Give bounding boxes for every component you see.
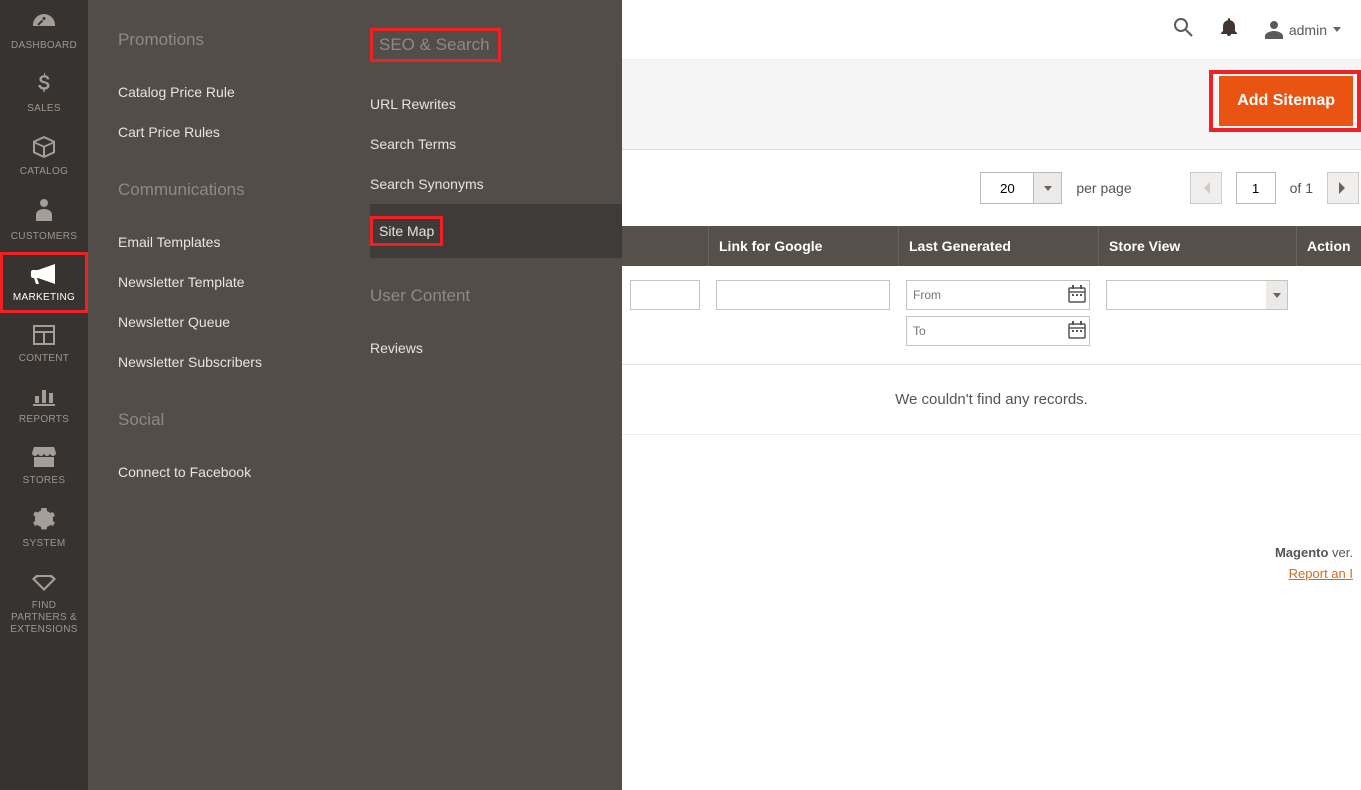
flyout-item-newsletter-template[interactable]: Newsletter Template bbox=[118, 262, 370, 302]
nav-label: FIND PARTNERS & EXTENSIONS bbox=[10, 600, 77, 635]
grid-col-spacer bbox=[622, 226, 708, 266]
nav-catalog[interactable]: CATALOG bbox=[0, 124, 88, 187]
footer-ver: ver. bbox=[1328, 545, 1353, 560]
flyout-item-connect-facebook[interactable]: Connect to Facebook bbox=[118, 452, 370, 492]
gear-icon bbox=[4, 508, 84, 533]
filter-store-select[interactable] bbox=[1106, 280, 1288, 310]
grid-col-store-view[interactable]: Store View bbox=[1098, 226, 1296, 266]
nav-content[interactable]: CONTENT bbox=[0, 313, 88, 374]
left-nav: DASHBOARD SALES CATALOG CUSTOMERS MARKET… bbox=[0, 0, 88, 790]
flyout-col-right: SEO & Search URL Rewrites Search Terms S… bbox=[370, 30, 622, 492]
nav-customers[interactable]: CUSTOMERS bbox=[0, 187, 88, 252]
per-page-dropdown[interactable] bbox=[1034, 172, 1062, 204]
page-number-input[interactable] bbox=[1236, 172, 1276, 204]
storefront-icon bbox=[4, 447, 84, 470]
filter-link-input[interactable] bbox=[716, 280, 890, 310]
grid-col-last-generated[interactable]: Last Generated bbox=[898, 226, 1098, 266]
next-page-button[interactable] bbox=[1327, 172, 1359, 204]
flyout-item-site-map[interactable]: Site Map bbox=[370, 204, 622, 258]
main-area: admin Add Sitemap per page of 1 Link for… bbox=[622, 0, 1361, 790]
select-caret-icon[interactable] bbox=[1266, 280, 1288, 310]
flyout-group-seo: SEO & Search bbox=[370, 30, 622, 62]
flyout-item-url-rewrites[interactable]: URL Rewrites bbox=[370, 84, 622, 124]
dollar-icon bbox=[4, 73, 84, 98]
bars-icon bbox=[4, 386, 84, 409]
top-bar: admin bbox=[622, 0, 1361, 60]
grid-filter-row bbox=[622, 266, 1361, 365]
flyout-item-reviews[interactable]: Reviews bbox=[370, 328, 622, 368]
per-page-input[interactable] bbox=[980, 172, 1034, 204]
flyout-item-cart-price-rules[interactable]: Cart Price Rules bbox=[118, 112, 370, 152]
chevron-down-icon bbox=[1333, 27, 1341, 32]
footer-magento: Magento bbox=[1275, 545, 1328, 560]
search-icon[interactable] bbox=[1173, 17, 1193, 42]
flyout-col-left: Promotions Catalog Price Rule Cart Price… bbox=[118, 30, 370, 492]
filter-id-input[interactable] bbox=[630, 280, 700, 310]
flyout-item-search-terms[interactable]: Search Terms bbox=[370, 124, 622, 164]
gauge-icon bbox=[4, 12, 84, 35]
nav-label: SYSTEM bbox=[23, 538, 66, 549]
nav-stores[interactable]: STORES bbox=[0, 435, 88, 496]
nav-sales[interactable]: SALES bbox=[0, 61, 88, 124]
flyout-item-catalog-price-rule[interactable]: Catalog Price Rule bbox=[118, 72, 370, 112]
add-sitemap-button[interactable]: Add Sitemap bbox=[1219, 76, 1353, 126]
page-header: Add Sitemap bbox=[622, 60, 1361, 150]
grid-toolbar: per page of 1 bbox=[622, 150, 1361, 226]
prev-page-button[interactable] bbox=[1190, 172, 1222, 204]
of-pages-label: of 1 bbox=[1290, 180, 1313, 196]
flyout-group-promotions: Promotions bbox=[118, 30, 370, 50]
grid-empty-message: We couldn't find any records. bbox=[622, 365, 1361, 435]
nav-reports[interactable]: REPORTS bbox=[0, 374, 88, 435]
flyout-group-user-content: User Content bbox=[370, 286, 622, 306]
flyout-item-email-templates[interactable]: Email Templates bbox=[118, 222, 370, 262]
flyout-group-communications: Communications bbox=[118, 180, 370, 200]
caret-down-icon bbox=[1044, 186, 1052, 191]
grid-col-link[interactable]: Link for Google bbox=[708, 226, 898, 266]
marketing-flyout: Promotions Catalog Price Rule Cart Price… bbox=[88, 0, 622, 790]
filter-id bbox=[622, 280, 708, 346]
chevron-right-icon bbox=[1339, 182, 1347, 194]
flyout-item-search-synonyms[interactable]: Search Synonyms bbox=[370, 164, 622, 204]
nav-dashboard[interactable]: DASHBOARD bbox=[0, 0, 88, 61]
filter-store-view bbox=[1098, 280, 1296, 346]
nav-marketing[interactable]: MARKETING bbox=[0, 252, 88, 313]
calendar-icon[interactable] bbox=[1068, 321, 1086, 344]
username: admin bbox=[1289, 22, 1327, 38]
layout-icon bbox=[4, 325, 84, 348]
filter-last-generated bbox=[898, 280, 1098, 346]
report-issue-link[interactable]: Report an I bbox=[1289, 566, 1353, 581]
nav-label: CONTENT bbox=[19, 353, 69, 364]
grid-col-action: Action bbox=[1296, 226, 1361, 266]
filter-date-to[interactable] bbox=[906, 316, 1090, 346]
page-footer: Magento ver. Report an I bbox=[622, 535, 1361, 581]
flyout-item-newsletter-subscribers[interactable]: Newsletter Subscribers bbox=[118, 342, 370, 382]
filter-date-from[interactable] bbox=[906, 280, 1090, 310]
calendar-icon[interactable] bbox=[1068, 285, 1086, 308]
add-sitemap-highlight: Add Sitemap bbox=[1209, 70, 1361, 132]
bell-icon[interactable] bbox=[1221, 18, 1237, 41]
nav-label: SALES bbox=[27, 103, 61, 114]
flyout-item-newsletter-queue[interactable]: Newsletter Queue bbox=[118, 302, 370, 342]
nav-label: MARKETING bbox=[13, 292, 75, 303]
nav-label: STORES bbox=[23, 475, 66, 486]
megaphone-icon bbox=[4, 264, 84, 287]
nav-system[interactable]: SYSTEM bbox=[0, 496, 88, 559]
nav-label: CATALOG bbox=[20, 166, 68, 177]
per-page-label: per page bbox=[1076, 180, 1131, 196]
user-menu[interactable]: admin bbox=[1265, 21, 1341, 39]
nav-label: CUSTOMERS bbox=[11, 231, 77, 242]
nav-label: DASHBOARD bbox=[11, 40, 77, 51]
partners-icon bbox=[4, 571, 84, 595]
nav-find-partners[interactable]: FIND PARTNERS & EXTENSIONS bbox=[0, 559, 88, 646]
chevron-left-icon bbox=[1202, 182, 1210, 194]
nav-label: REPORTS bbox=[19, 414, 69, 425]
flyout-group-social: Social bbox=[118, 410, 370, 430]
person-icon bbox=[4, 199, 84, 226]
filter-action bbox=[1296, 280, 1361, 346]
user-icon bbox=[1265, 21, 1283, 39]
grid-header-row: Link for Google Last Generated Store Vie… bbox=[622, 226, 1361, 266]
box-icon bbox=[4, 136, 84, 161]
filter-link bbox=[708, 280, 898, 346]
